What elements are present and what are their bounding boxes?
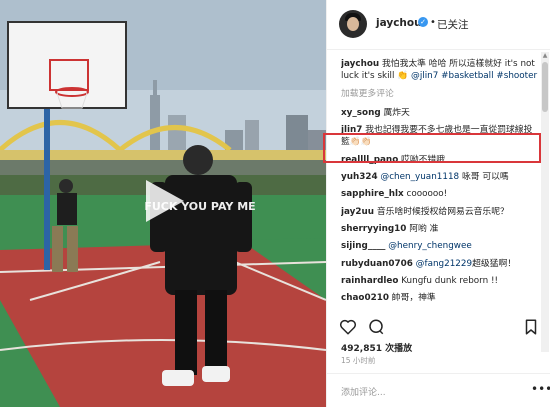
comment-text: 阿哟 准 [406,223,439,234]
comment: xy_song 厲炸天 [341,107,541,119]
comment: rainhardleo Kungfu dunk reborn !! [341,275,541,287]
heart-icon[interactable] [339,318,357,336]
comment-highlighted: jlin7 我也記得我要不多七歲也是一直從罰球線投籃👏🏻👏🏻 [341,124,541,149]
comment-text: 厲炸天 [380,107,410,118]
comment-username[interactable]: jlin7 [341,125,362,135]
caption-mention[interactable]: @jlin7 [411,71,438,81]
post-username[interactable]: jaychou [376,17,422,29]
comment: reallll_pano 哎呦不错哦 [341,154,541,166]
comment: jay2uu 音乐啥时候授权给网易云音乐呢？ [341,206,541,218]
comment-text: 哎呦不错哦 [398,154,446,165]
clap-emoji: 👏 [397,71,409,82]
comment-mention[interactable]: @fang21229 [416,259,472,269]
comment-username[interactable]: sapphire_hlx [341,189,404,199]
bookmark-icon[interactable] [522,318,540,336]
comment-username[interactable]: jay2uu [341,207,374,217]
verified-icon: ✓ [418,17,428,27]
comment-text: 超级猛啊！ [472,258,517,269]
comment-mention[interactable]: @chen_yuan1118 [380,172,459,182]
comment-text: coooooo! [403,189,448,200]
comment-text: 音乐啥时候授权给网易云音乐呢？ [374,206,509,217]
comment-mention[interactable]: @henry_chengwee [388,241,472,251]
post-time: 15 小时前 [341,356,376,365]
caption: jaychou 我怕我太準 哈哈 所以這樣就好 it's not luck it… [341,58,541,83]
load-more-comments-link[interactable]: 加载更多评论 [341,88,541,100]
comment-icon[interactable] [367,318,385,336]
comment-text: Kungfu dunk reborn !! [398,275,499,286]
add-comment-bar: 添加评论... ••• [327,373,550,407]
follow-status-button[interactable]: 已关注 [437,17,469,32]
comment-username[interactable]: rubyduan0706 [341,259,413,269]
comment: rubyduan0706 @fang21229超级猛啊！ [341,258,541,270]
comment: chao0210 帥哥，神準 [341,292,541,304]
comment-text: 咏哥 可以嗎 [459,172,509,183]
comment-username[interactable]: reallll_pano [341,155,398,165]
action-bar [327,312,550,342]
comment-input[interactable]: 添加评论... [341,385,386,398]
comment-username[interactable]: rainhardleo [341,276,398,286]
play-icon[interactable] [140,178,186,224]
caption-hashtag[interactable]: #basketball [441,71,493,81]
scroll-up-icon[interactable]: ▲ [541,52,549,60]
comment-text: 我也記得我要不多七歲也是一直從罰球線投籃👏🏻👏🏻 [341,125,533,148]
comments-list: jaychou 我怕我太準 哈哈 所以這樣就好 it's not luck it… [341,58,541,353]
post-side-panel: jaychou ✓ • 已关注 jaychou 我怕我太準 哈哈 所以這樣就好 … [326,0,550,407]
instagram-post-viewer: FUCK YOU PAY ME jaychou ✓ • 已关注 jaychou … [0,0,550,407]
comment: sapphire_hlx coooooo! [341,188,541,200]
comment-username[interactable]: sijing____ [341,241,385,251]
scrollbar-thumb[interactable] [542,62,548,112]
view-count: 492,851 次播放 [341,344,413,354]
separator-dot: • [430,17,436,28]
comment: sijing____ @henry_chengwee [341,240,541,252]
comment-text: 帥哥，神準 [388,293,436,304]
comment: sherryying10 阿哟 准 [341,223,541,235]
comment-username[interactable]: chao0210 [341,293,389,303]
post-header: jaychou ✓ • 已关注 [327,0,550,50]
options-icon[interactable]: ••• [531,382,550,396]
caption-username[interactable]: jaychou [341,59,379,69]
comment-username[interactable]: sherryying10 [341,224,406,234]
comments-scrollbar[interactable]: ▲ [541,52,549,352]
comment: yuh324 @chen_yuan1118 咏哥 可以嗎 [341,171,541,183]
avatar[interactable] [339,10,367,38]
caption-hashtag[interactable]: #shooter [496,71,537,81]
comment-username[interactable]: xy_song [341,108,381,118]
video-player[interactable]: FUCK YOU PAY ME [0,0,326,407]
comment-username[interactable]: yuh324 [341,172,378,182]
